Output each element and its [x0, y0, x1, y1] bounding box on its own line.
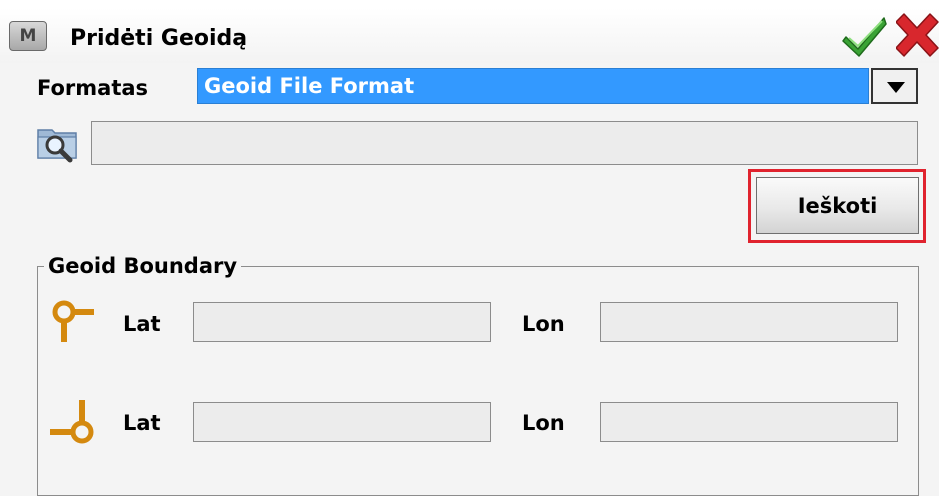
checkmark-icon: [842, 17, 887, 57]
geoid-boundary-legend: Geoid Boundary: [44, 254, 242, 278]
ok-button[interactable]: [840, 10, 890, 60]
format-selected-value: Geoid File Format: [204, 74, 415, 98]
menu-button[interactable]: M: [9, 21, 47, 51]
menu-glyph: M: [19, 26, 37, 46]
lon-label-1: Lon: [522, 312, 565, 336]
format-select[interactable]: Geoid File Format: [197, 68, 869, 104]
file-path-input[interactable]: [91, 121, 918, 165]
format-label: Formatas: [37, 76, 149, 100]
cancel-button[interactable]: [895, 10, 939, 60]
lat-input-1[interactable]: [193, 302, 491, 342]
lat-input-2[interactable]: [193, 402, 491, 442]
top-strip: [0, 0, 939, 8]
folder-search-icon[interactable]: [36, 122, 80, 166]
lon-input-1[interactable]: [600, 302, 898, 342]
bottom-right-corner-icon: [48, 398, 98, 448]
lon-input-2[interactable]: [600, 402, 898, 442]
lat-label-2: Lat: [123, 411, 161, 435]
browse-button[interactable]: Ieškoti: [756, 177, 919, 234]
page-title: Pridėti Geoidą: [70, 26, 248, 51]
lon-label-2: Lon: [522, 411, 565, 435]
top-left-corner-icon: [48, 296, 98, 346]
title-bar: M Pridėti Geoidą: [0, 8, 939, 63]
format-dropdown-button[interactable]: [871, 68, 918, 104]
geoid-boundary-group: [37, 266, 919, 496]
close-icon: [895, 13, 939, 57]
lat-label-1: Lat: [123, 312, 161, 336]
